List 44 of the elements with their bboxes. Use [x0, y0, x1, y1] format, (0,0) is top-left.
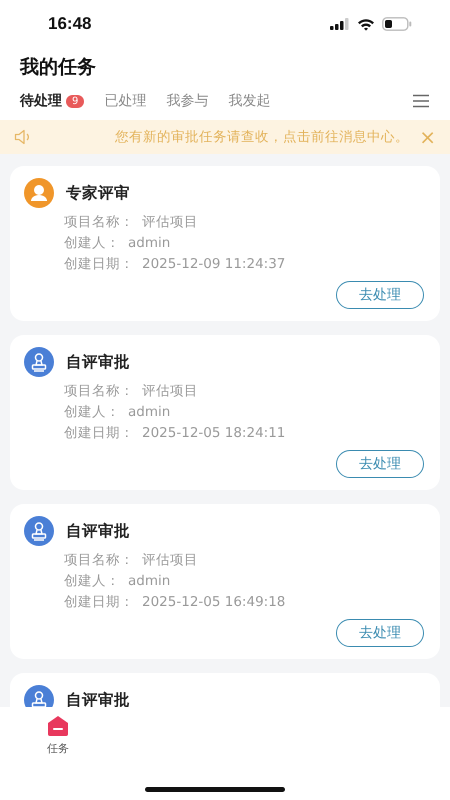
field-value: 2025-12-09 11:24:37	[142, 255, 286, 274]
field-label: 创建日期：	[64, 424, 134, 443]
process-button[interactable]: 去处理	[336, 281, 424, 309]
speaker-icon	[14, 129, 32, 145]
field-label: 创建日期：	[64, 593, 134, 612]
process-button[interactable]: 去处理	[336, 619, 424, 647]
wifi-icon	[357, 18, 375, 30]
field-value: admin	[128, 572, 170, 591]
field-value: admin	[128, 234, 170, 253]
nav-item[interactable]: 任务	[46, 715, 70, 800]
task-title: 专家评审	[66, 182, 130, 204]
field-label: 创建人：	[64, 572, 120, 591]
page-title: 我的任务	[20, 56, 96, 78]
task-card[interactable]: 专家评审 项目名称： 评估项目 创建人： admin 创建日期： 2025-12-09 11:24:37 去处理	[10, 166, 440, 321]
field-label: 项目名称：	[64, 382, 134, 401]
field-value: 评估项目	[142, 551, 198, 570]
field-value: 2025-12-05 16:49:18	[142, 593, 286, 612]
tab[interactable]: 待处理 9	[20, 92, 84, 110]
battery-icon	[382, 17, 412, 31]
tab[interactable]: 我参与	[166, 92, 208, 110]
task-title: 自评审批	[66, 352, 130, 372]
tab[interactable]: 我发起	[228, 92, 270, 110]
field-label: 项目名称：	[64, 213, 134, 232]
field-label: 创建人：	[64, 403, 120, 422]
task-title: 自评审批	[66, 690, 130, 707]
menu-icon[interactable]	[412, 94, 430, 108]
process-button[interactable]: 去处理	[336, 450, 424, 478]
field-label: 创建人：	[64, 234, 120, 253]
field-label: 创建日期：	[64, 255, 134, 274]
field-value: 2025-12-05 18:24:11	[142, 424, 286, 443]
notice-text: 您有新的审批任务请查收，点击前往消息中心。	[114, 128, 410, 146]
tab[interactable]: 已处理	[104, 92, 146, 110]
field-label: 项目名称：	[64, 551, 134, 570]
signal-icon	[330, 18, 350, 30]
field-value: 评估项目	[142, 382, 198, 401]
task-title: 自评审批	[66, 520, 130, 542]
field-value: 评估项目	[142, 213, 198, 232]
task-card[interactable]: 自评审批 项目名称： 评估项目 创建人： admin 创建日期： 2025-12-05 18:24:11 去处理	[10, 335, 440, 490]
task-card[interactable]: 自评审批	[10, 673, 440, 707]
task-icon	[46, 715, 70, 737]
status-time: 16:48	[48, 14, 92, 34]
task-card[interactable]: 自评审批 项目名称： 评估项目 创建人： admin 创建日期： 2025-12-05 16:49:18 去处理	[10, 504, 440, 659]
field-value: admin	[128, 403, 170, 422]
count-badge: 9	[66, 94, 84, 108]
